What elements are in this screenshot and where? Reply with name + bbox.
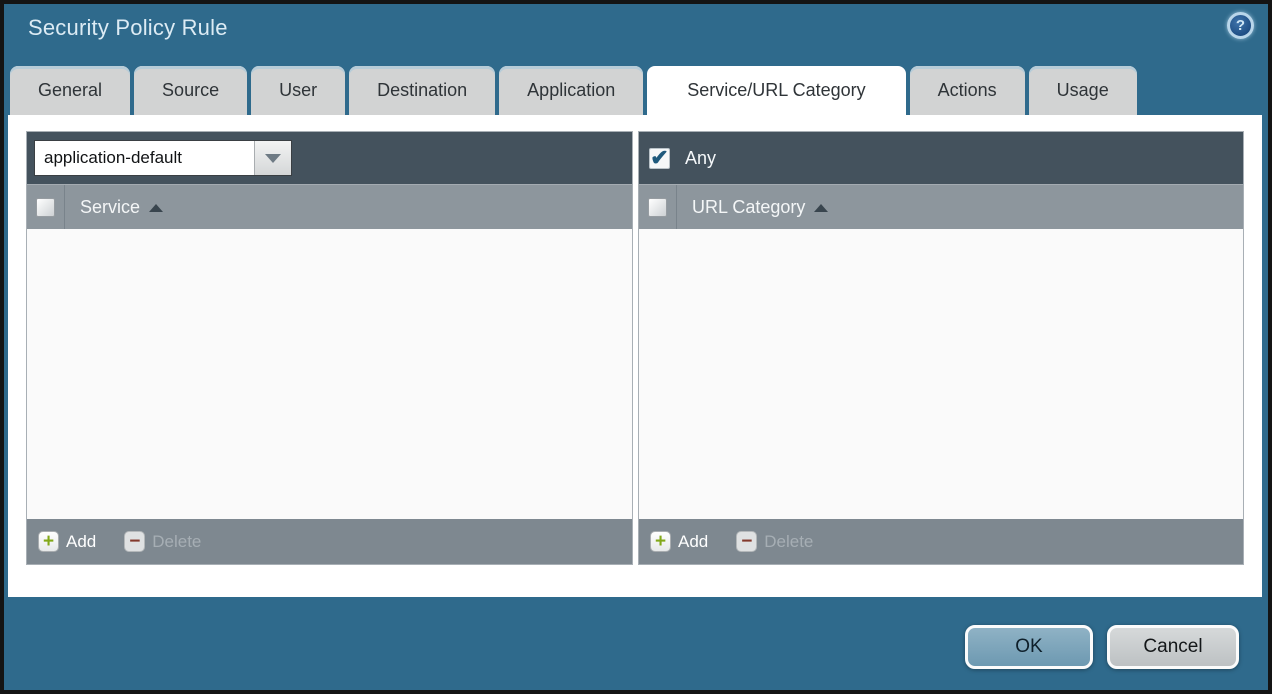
service-panel-header: application-default (27, 132, 632, 184)
service-panel: application-default Service + Add (26, 131, 633, 565)
sort-ascending-icon (149, 204, 163, 212)
url-category-panel-footer: + Add − Delete (639, 519, 1243, 564)
service-panel-footer: + Add − Delete (27, 519, 632, 564)
add-url-category-button[interactable]: + Add (650, 531, 708, 552)
tab-general[interactable]: General (10, 66, 130, 115)
plus-icon: + (650, 531, 671, 552)
select-all-url-categories-checkbox[interactable] (648, 198, 667, 217)
service-type-value: application-default (35, 141, 254, 175)
cancel-button[interactable]: Cancel (1107, 625, 1239, 669)
tab-bar: General Source User Destination Applicat… (10, 66, 1137, 115)
service-column-header: Service (27, 184, 632, 229)
url-category-column-header: URL Category (639, 184, 1243, 229)
url-category-column-label[interactable]: URL Category (692, 197, 805, 218)
select-all-services-checkbox[interactable] (36, 198, 55, 217)
tab-application[interactable]: Application (499, 66, 643, 115)
help-icon[interactable]: ? (1227, 12, 1254, 39)
service-column-label[interactable]: Service (80, 197, 140, 218)
tab-source[interactable]: Source (134, 66, 247, 115)
delete-service-button[interactable]: − Delete (124, 531, 201, 552)
service-list (27, 229, 632, 519)
minus-icon: − (124, 531, 145, 552)
sort-ascending-icon (814, 204, 828, 212)
url-category-panel-header: ✔ Any (639, 132, 1243, 184)
add-service-button[interactable]: + Add (38, 531, 96, 552)
delete-url-category-button[interactable]: − Delete (736, 531, 813, 552)
any-url-category-checkbox[interactable]: ✔ (649, 148, 670, 169)
tab-user[interactable]: User (251, 66, 345, 115)
url-category-list (639, 229, 1243, 519)
plus-icon: + (38, 531, 59, 552)
dialog-title: Security Policy Rule (28, 15, 228, 41)
dropdown-button[interactable] (254, 141, 291, 175)
minus-icon: − (736, 531, 757, 552)
tab-content: application-default Service + Add (8, 115, 1262, 597)
url-category-panel: ✔ Any URL Category + Add − Delete (638, 131, 1244, 565)
tab-service-url-category[interactable]: Service/URL Category (647, 66, 905, 115)
service-type-dropdown[interactable]: application-default (34, 140, 292, 176)
security-policy-rule-dialog: Security Policy Rule ? General Source Us… (0, 0, 1272, 694)
tab-destination[interactable]: Destination (349, 66, 495, 115)
tab-usage[interactable]: Usage (1029, 66, 1137, 115)
chevron-down-icon (265, 154, 281, 163)
tab-actions[interactable]: Actions (910, 66, 1025, 115)
ok-button[interactable]: OK (965, 625, 1093, 669)
any-label: Any (685, 148, 716, 169)
